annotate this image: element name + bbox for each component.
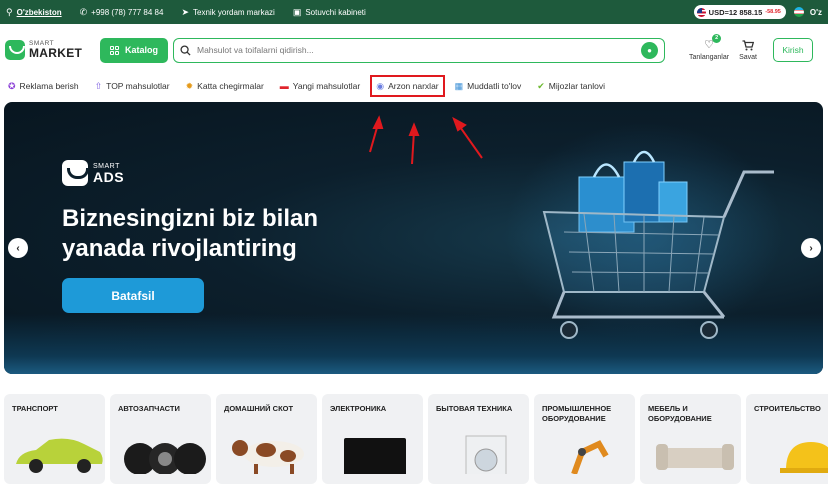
nav-label: Katta chegirmalar (197, 81, 264, 91)
nav-label: Yangi mahsulotlar (292, 81, 361, 91)
phone-icon: ✆ (79, 6, 88, 17)
uz-flag-icon (793, 7, 804, 17)
nav-item-customer-choice[interactable]: ✔ Mijozlar tanlovi (535, 77, 607, 95)
new-icon: ▬ (279, 80, 289, 91)
seller-cabinet-link[interactable]: ▣ Sotuvchi kabineti (292, 6, 366, 17)
quick-nav: ✪ Reklama berish ⇧ TOP mahsulotlar ✹ Kat… (0, 75, 828, 97)
search-input[interactable]: Mahsulot va toifalarni qidirish... (197, 45, 635, 55)
usd-rate: USD=12 858.15 (708, 7, 763, 17)
banner-prev-button[interactable]: ‹ (8, 238, 28, 258)
washing-machine-icon (465, 435, 507, 474)
hard-hat-icon (780, 442, 828, 473)
category-card-industrial-equipment[interactable]: ПРОМЫШЛЕННОЕ ОБОРУДОВАНИЕ (534, 394, 635, 484)
nav-label: Arzon narxlar (388, 81, 439, 91)
seller-label: Sotuvchi kabineti (305, 7, 366, 17)
megaphone-icon: ✪ (8, 80, 16, 91)
support-link[interactable]: ➤ Texnik yordam markazi (181, 6, 275, 17)
nav-item-top-products[interactable]: ⇧ TOP mahsulotlar (93, 77, 172, 95)
region-label: O'zbekiston (16, 7, 62, 17)
banner-title-line2: yanada rivojlantiring (62, 235, 297, 262)
usd-delta: -58.95 (765, 9, 781, 15)
category-label: ТРАНСПОРТ (12, 404, 58, 413)
nav-item-new-products[interactable]: ▬ Yangi mahsulotlar (278, 77, 362, 95)
cart-icon (742, 39, 755, 50)
catalog-button[interactable]: Katalog (100, 37, 168, 63)
coin-icon: ◉ (376, 80, 385, 91)
category-card-electronics[interactable]: ЭЛЕКТРОНИКА (322, 394, 423, 484)
smart-ads-logo: SMART ADS (62, 160, 124, 186)
nav-label: TOP mahsulotlar (106, 81, 170, 91)
category-label: ПРОМЫШЛЕННОЕ ОБОРУДОВАНИЕ (542, 404, 612, 423)
us-flag-icon (696, 7, 706, 17)
category-card-transport[interactable]: ТРАНСПОРТ (4, 394, 105, 484)
nav-item-advertise[interactable]: ✪ Reklama berish (6, 77, 81, 95)
phone-number: +998 (78) 777 84 84 (91, 7, 164, 17)
support-label: Texnik yordam markazi (193, 7, 275, 17)
tv-icon (344, 438, 406, 474)
shopping-cart-illustration (542, 150, 774, 339)
favorites-button[interactable]: 2 ♡ Tanlanganlar (689, 33, 730, 61)
cart-label: Savat (739, 53, 757, 61)
favorites-count-badge: 2 (712, 33, 722, 43)
search-icon (180, 44, 191, 56)
category-card-furniture[interactable]: МЕБЕЛЬ И ОБОРУДОВАНИЕ (640, 394, 741, 484)
language-selector[interactable]: O'z (793, 7, 822, 17)
shopping-bag-icon: ▣ (292, 6, 302, 17)
banner-title: Biznesingizni biz bilan yanada rivojlant… (62, 204, 362, 264)
smart-ads-icon (62, 160, 89, 186)
nav-label: Reklama berish (19, 81, 79, 91)
tires-icon (124, 443, 206, 474)
robot-arm-icon (571, 440, 609, 474)
discount-icon: ✹ (185, 80, 194, 91)
language-label: O'z (809, 7, 822, 17)
chevron-left-icon: ‹ (16, 242, 20, 254)
thumbs-up-icon: ✔ (537, 80, 545, 91)
chevron-right-icon: › (809, 242, 813, 254)
location-pin-icon: ⚲ (6, 6, 13, 17)
favorites-label: Tanlanganlar (689, 53, 730, 61)
logo-icon (5, 40, 25, 60)
car-icon (16, 438, 103, 473)
header: SMART MARKET Katalog Mahsulot va toifala… (0, 24, 828, 76)
category-label: СТРОИТЕЛЬСТВО (754, 404, 821, 413)
category-label: ДОМАШНИЙ СКОТ (224, 404, 294, 413)
category-label: БЫТОВАЯ ТЕХНИКА (436, 404, 513, 413)
category-label: МЕБЕЛЬ И ОБОРУДОВАНИЕ (648, 404, 712, 423)
cow-icon (232, 440, 304, 474)
search-box[interactable]: Mahsulot va toifalarni qidirish... ● (173, 37, 665, 63)
category-card-livestock[interactable]: ДОМАШНИЙ СКОТ (216, 394, 317, 484)
banner-next-button[interactable]: › (801, 238, 821, 258)
calendar-icon: ▦ (454, 80, 464, 91)
banner-title-line1: Biznesingizni biz bilan (62, 205, 319, 232)
logo-big-text: MARKET (29, 46, 83, 61)
top-arrow-icon: ⇧ (94, 80, 103, 91)
logo[interactable]: SMART MARKET (5, 40, 97, 60)
category-card-construction[interactable]: СТРОИТЕЛЬСТВО (746, 394, 828, 484)
details-button[interactable]: Batafsil (62, 278, 204, 313)
category-card-auto-parts[interactable]: АВТОЗАПЧАСТИ (110, 394, 211, 484)
telegram-icon: ➤ (181, 6, 189, 17)
grid-icon (109, 45, 119, 55)
nav-item-big-discounts[interactable]: ✹ Katta chegirmalar (184, 77, 266, 95)
cart-button[interactable]: Savat (739, 39, 757, 61)
category-label: АВТОЗАПЧАСТИ (118, 404, 180, 413)
login-button[interactable]: Kirish (773, 38, 813, 62)
microphone-icon[interactable]: ● (641, 41, 658, 59)
ads-big-text: ADS (93, 168, 125, 185)
currency-rate: USD=12 858.15 -58.95 (693, 5, 786, 19)
nav-item-installments[interactable]: ▦ Muddatli to'lov (453, 77, 524, 95)
category-label: ЭЛЕКТРОНИКА (330, 404, 387, 413)
catalog-label: Katalog (124, 45, 158, 55)
nav-label: Muddatli to'lov (467, 81, 522, 91)
hero-banner[interactable]: SMART ADS Biznesingizni biz bilan yanada… (4, 102, 823, 374)
region-selector[interactable]: ⚲ O'zbekiston (6, 6, 62, 17)
sofa-icon (656, 444, 734, 470)
category-card-appliances[interactable]: БЫТОВАЯ ТЕХНИКА (428, 394, 529, 484)
phone-link[interactable]: ✆ +998 (78) 777 84 84 (79, 6, 164, 17)
nav-item-low-prices[interactable]: ◉ Arzon narxlar (370, 75, 445, 97)
top-bar: ⚲ O'zbekiston ✆ +998 (78) 777 84 84 ➤ Te… (0, 0, 828, 24)
category-grid: ТРАНСПОРТ АВТОЗАПЧАСТИ ДОМАШНИЙ СКОТ ЭЛЕ… (4, 394, 828, 484)
nav-label: Mijozlar tanlovi (548, 81, 605, 91)
